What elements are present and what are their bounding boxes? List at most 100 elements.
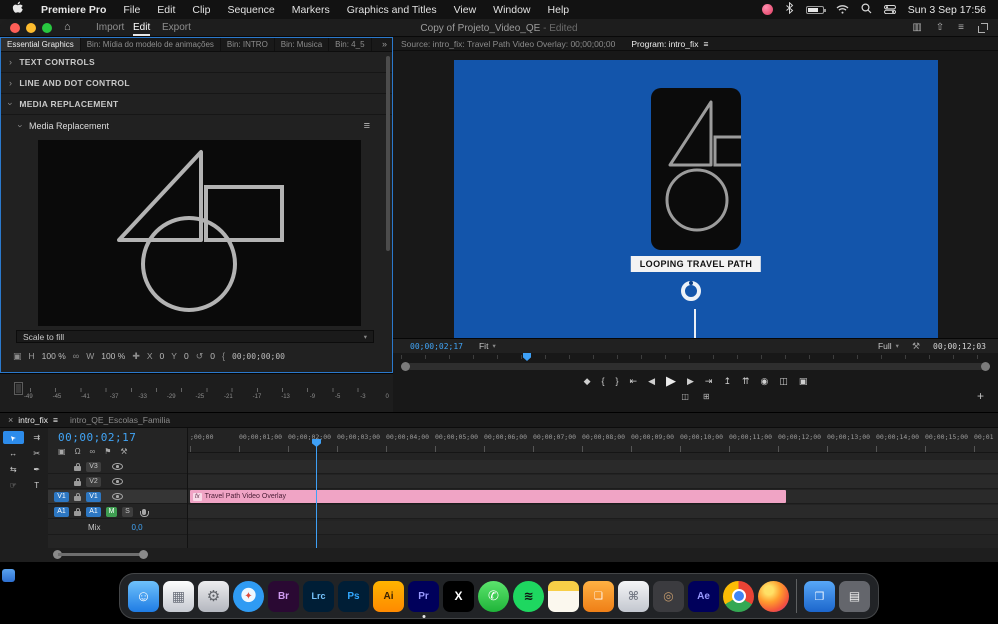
firefox-dock-icon[interactable] xyxy=(758,581,789,612)
premiere-dock-icon[interactable]: Pr xyxy=(408,581,439,612)
track-badge-v3[interactable]: V3 xyxy=(86,462,101,472)
apple-menu-icon[interactable] xyxy=(12,1,24,18)
width-value[interactable]: 100 % xyxy=(101,351,125,361)
program-timecode[interactable]: 00;00;02;17 xyxy=(410,342,463,351)
panel-menu-icon[interactable]: ≡ xyxy=(364,120,370,132)
tab-bin-4-5[interactable]: Bin: 4_5 xyxy=(329,38,371,51)
x-value[interactable]: 0 xyxy=(160,351,165,361)
tab-sequence-intro-fix[interactable]: × intro_fix ≡ xyxy=(8,415,58,425)
track-lane-a1[interactable] xyxy=(188,505,998,519)
source-patch-slot[interactable] xyxy=(54,462,69,472)
selection-tool[interactable]: ➤ xyxy=(3,431,24,444)
tab-overflow-icon[interactable]: » xyxy=(377,38,392,51)
snap-icon[interactable]: Ω xyxy=(75,447,81,456)
track-lane-v2[interactable] xyxy=(188,475,998,489)
app-menu[interactable]: Premiere Pro xyxy=(41,4,106,16)
tab-export[interactable]: Export xyxy=(162,22,191,33)
close-window-button[interactable] xyxy=(10,23,20,33)
monitor-zoom-bar[interactable] xyxy=(401,363,990,370)
whatsapp-dock-icon[interactable]: ✆ xyxy=(478,581,509,612)
hscroll-bar[interactable] xyxy=(58,553,143,556)
lock-icon[interactable] xyxy=(74,511,81,516)
mute-button[interactable]: M xyxy=(106,507,117,517)
solo-button[interactable]: S xyxy=(122,507,133,517)
section-media-replacement[interactable]: › MEDIA REPLACEMENT xyxy=(1,94,392,115)
track-lane-v3[interactable] xyxy=(188,460,998,474)
tab-program-monitor[interactable]: Program: intro_fix≡ xyxy=(631,39,708,49)
tab-bin-intro[interactable]: Bin: INTRO xyxy=(221,38,275,51)
orange-app-dock-icon[interactable]: ❏ xyxy=(583,581,614,612)
close-icon[interactable]: × xyxy=(8,415,13,425)
dark-app-dock-icon[interactable]: ◎ xyxy=(653,581,684,612)
minimize-window-button[interactable] xyxy=(26,23,36,33)
notes-dock-icon[interactable] xyxy=(548,581,579,612)
menu-clock[interactable]: Sun 3 Sep 17:56 xyxy=(908,4,986,16)
tab-bin-midia[interactable]: Bin: Mídia do modelo de animações xyxy=(81,38,221,51)
mark-in-button[interactable]: { xyxy=(601,373,604,389)
battery-icon[interactable] xyxy=(806,6,824,14)
playhead-line[interactable] xyxy=(316,446,317,548)
track-lane-mix[interactable] xyxy=(188,521,998,535)
extract-button[interactable]: ⇈ xyxy=(742,373,750,389)
media-replacement-item[interactable]: › Media Replacement ≡ xyxy=(1,115,392,137)
source-patch-slot[interactable] xyxy=(54,477,69,487)
bridge-dock-icon[interactable]: Br xyxy=(268,581,299,612)
menu-help[interactable]: Help xyxy=(548,4,570,16)
set-frame-icon[interactable]: ▣ xyxy=(13,351,22,362)
scale-mode-dropdown[interactable]: Scale to fill ▾ xyxy=(16,330,374,343)
comparison-view-icon[interactable]: ◫ xyxy=(681,392,689,404)
x-dock-icon[interactable]: X xyxy=(443,581,474,612)
spotify-dock-icon[interactable]: ≋ xyxy=(513,581,544,612)
lift-button[interactable]: ↥ xyxy=(723,373,731,389)
quick-export-icon[interactable]: ⇧ xyxy=(936,22,944,33)
track-select-forward-tool[interactable]: ⇉ xyxy=(27,431,48,444)
spotlight-icon[interactable] xyxy=(861,1,872,19)
panel-menu-icon[interactable]: ≡ xyxy=(703,39,708,49)
comparison-view-button[interactable]: ◫ xyxy=(779,373,788,389)
slip-tool[interactable]: ⇆ xyxy=(3,463,24,476)
type-tool[interactable]: T xyxy=(27,479,48,492)
media-preview-thumbnail[interactable] xyxy=(38,140,361,326)
menu-file[interactable]: File xyxy=(123,4,140,16)
rotation-value[interactable]: 0 xyxy=(210,351,215,361)
menu-window[interactable]: Window xyxy=(493,4,530,16)
lightroom-dock-icon[interactable]: Lrc xyxy=(303,581,334,612)
go-to-in-button[interactable]: ⇤ xyxy=(630,373,638,389)
tab-sequence-intro-qe[interactable]: intro_QE_Escolas_Familia xyxy=(70,415,170,425)
safari-dock-icon[interactable]: ✦ xyxy=(233,581,264,612)
track-output-eye-icon[interactable] xyxy=(112,463,123,470)
time-ruler[interactable]: ;00;00 00;00;01;00 00;00;02;00 00;00;03;… xyxy=(188,428,998,453)
timeline-settings-icon[interactable]: ⚒ xyxy=(120,447,127,456)
height-value[interactable]: 100 % xyxy=(42,351,66,361)
source-patch-v1[interactable]: V1 xyxy=(54,492,69,502)
step-back-button[interactable]: ◀ xyxy=(648,373,655,389)
zoom-level-dropdown[interactable]: Fit▾ xyxy=(479,341,496,351)
track-badge-a1[interactable]: A1 xyxy=(86,507,101,517)
keyframe-icon[interactable]: { xyxy=(222,351,225,361)
section-text-controls[interactable]: › TEXT CONTROLS xyxy=(1,52,392,73)
menu-markers[interactable]: Markers xyxy=(292,4,330,16)
trash-dock-icon[interactable]: ▤ xyxy=(839,581,870,612)
monitor-time-ruler[interactable] xyxy=(401,355,990,359)
tab-import[interactable]: Import xyxy=(96,22,124,33)
source-patch-a1[interactable]: A1 xyxy=(54,507,69,517)
downloads-dock-icon[interactable]: ❐ xyxy=(804,581,835,612)
zoom-handle-right[interactable] xyxy=(981,362,990,371)
lock-icon[interactable] xyxy=(74,481,81,486)
go-to-out-button[interactable]: ⇥ xyxy=(705,373,713,389)
track-lane-v1[interactable]: fx Travel Path Video Overlay xyxy=(188,490,998,504)
rotate-icon[interactable]: ↺ xyxy=(196,351,204,362)
track-badge-v2[interactable]: V2 xyxy=(86,477,101,487)
section-line-dot-control[interactable]: › LINE AND DOT CONTROL xyxy=(1,73,392,94)
fullscreen-icon[interactable] xyxy=(978,23,988,33)
step-forward-button[interactable]: ▶ xyxy=(687,373,694,389)
linked-selection-icon[interactable]: ∞ xyxy=(90,447,96,456)
mix-volume-value[interactable]: 0,0 xyxy=(131,523,142,532)
control-center-icon[interactable] xyxy=(884,1,896,19)
zoom-window-button[interactable] xyxy=(42,23,52,33)
mark-out-button[interactable]: } xyxy=(616,373,619,389)
menu-sequence[interactable]: Sequence xyxy=(227,4,274,16)
monitor-scrub-area[interactable] xyxy=(393,353,998,371)
panel-scrollbar[interactable] xyxy=(386,56,390,251)
tab-source-monitor[interactable]: Source: intro_fix: Travel Path Video Ove… xyxy=(401,39,615,49)
